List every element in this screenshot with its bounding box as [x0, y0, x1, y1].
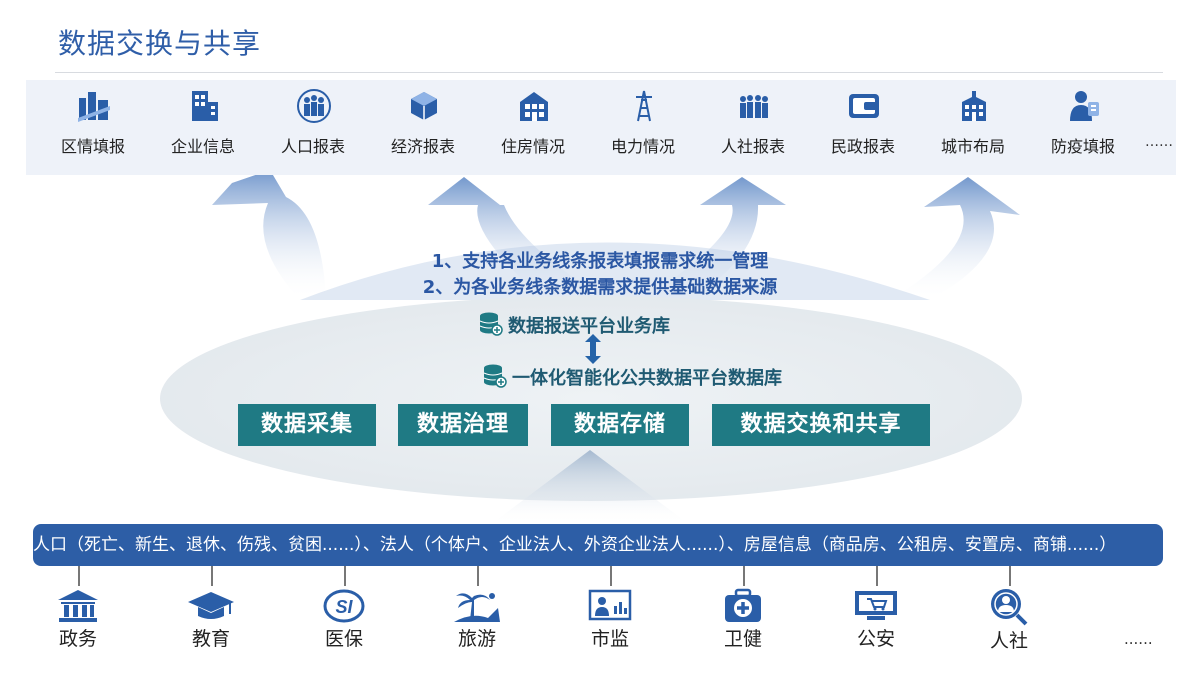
category-city-layout[interactable]: 城市布局 [918, 80, 1028, 175]
connector-line [876, 566, 878, 586]
upward-source-arrow [490, 450, 690, 525]
connector-line [1009, 566, 1011, 586]
enterprise-icon [192, 91, 218, 121]
svg-text:SI: SI [335, 597, 353, 617]
economy-icon [411, 92, 437, 120]
department-government[interactable]: 政务 [33, 588, 123, 651]
database-icon [479, 312, 503, 336]
bidirectional-arrow-icon [585, 334, 601, 364]
department-human-resources[interactable]: 人社 [964, 588, 1054, 653]
department-education[interactable]: 教育 [166, 588, 256, 651]
connector-line [344, 566, 346, 586]
function-data-storage[interactable]: 数据存储 [551, 404, 689, 446]
palm-tree-icon [454, 593, 500, 622]
function-data-exchange-sharing[interactable]: 数据交换和共享 [712, 404, 930, 446]
departments-more: ...... [1124, 630, 1153, 648]
social-security-icon [740, 95, 768, 118]
power-tower-icon [636, 90, 652, 122]
district-report-icon [78, 92, 110, 122]
category-housing[interactable]: 住房情况 [478, 80, 588, 175]
lower-database: 一体化智能化公共数据平台数据库 [483, 364, 782, 390]
medical-kit-icon [725, 588, 761, 622]
connector-line [211, 566, 213, 586]
connector-line [743, 566, 745, 586]
title-divider [55, 72, 1163, 73]
category-population[interactable]: 人口报表 [258, 80, 368, 175]
graduation-cap-icon [188, 592, 234, 619]
category-enterprise[interactable]: 企业信息 [148, 80, 258, 175]
function-data-collection[interactable]: 数据采集 [238, 404, 376, 446]
category-power[interactable]: 电力情况 [588, 80, 698, 175]
message-line-1: 1、支持各业务线条报表填报需求统一管理 [431, 251, 769, 272]
category-civil-affairs[interactable]: 民政报表 [808, 80, 918, 175]
market-supervision-icon [588, 589, 632, 621]
civil-affairs-icon [849, 94, 879, 118]
department-market-supervision[interactable]: 市监 [565, 588, 655, 651]
housing-icon [520, 92, 548, 121]
category-social-security[interactable]: 人社报表 [698, 80, 808, 175]
connector-line [78, 566, 80, 586]
database-icon [483, 364, 507, 388]
department-health[interactable]: 卫健 [698, 588, 788, 651]
source-data-bar: 人口（死亡、新生、退休、伤残、贫困......）、法人（个体户、企业法人、外资企… [33, 524, 1163, 566]
function-data-governance[interactable]: 数据治理 [398, 404, 528, 446]
population-icon [297, 89, 331, 123]
category-economy[interactable]: 经济报表 [368, 80, 478, 175]
department-public-security[interactable]: 公安 [831, 588, 921, 651]
category-bar: 区情填报 企业信息 人口报表 经济报表 住房情况 电力情况 人社报表 民政报表 … [26, 80, 1176, 175]
category-district-report[interactable]: 区情填报 [38, 80, 148, 175]
page-title: 数据交换与共享 [58, 27, 262, 60]
department-medical-insurance[interactable]: SI 医保 [299, 588, 389, 651]
categories-more: …… [1145, 134, 1173, 150]
medical-insurance-icon: SI [323, 589, 365, 623]
connector-line [477, 566, 479, 586]
person-search-icon [991, 589, 1028, 626]
city-layout-icon [962, 91, 986, 121]
government-building-icon [58, 590, 98, 622]
epidemic-report-icon [1070, 91, 1099, 121]
category-epidemic-report[interactable]: 防疫填报 [1028, 80, 1138, 175]
lower-database-label: 一体化智能化公共数据平台数据库 [512, 368, 782, 389]
department-tourism[interactable]: 旅游 [432, 588, 522, 651]
public-security-icon [855, 591, 897, 620]
connector-line [610, 566, 612, 586]
